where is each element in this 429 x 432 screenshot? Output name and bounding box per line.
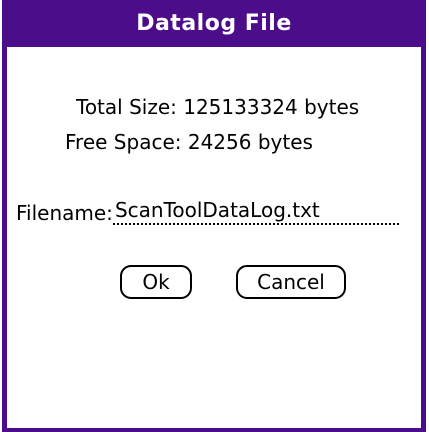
filename-row: Filename: (16, 197, 399, 225)
dialog-frame-bottom (2, 428, 426, 432)
total-size-value: 125133324 bytes (183, 95, 360, 119)
total-size-label: Total Size: (76, 95, 177, 119)
total-size-row: Total Size: 125133324 bytes (76, 95, 359, 119)
dialog-frame-left (2, 2, 7, 430)
dialog-frame-right (421, 2, 426, 430)
filename-label: Filename: (16, 201, 113, 225)
dialog-title: Datalog File (136, 11, 292, 36)
dialog-title-bar: Datalog File (2, 0, 426, 47)
datalog-file-dialog: Datalog File Total Size: 125133324 bytes… (0, 0, 429, 432)
free-space-value: 24256 bytes (187, 130, 313, 154)
cancel-button[interactable]: Cancel (236, 265, 346, 299)
ok-button[interactable]: Ok (120, 265, 192, 299)
filename-field[interactable] (112, 197, 399, 225)
free-space-label: Free Space: (65, 130, 182, 154)
free-space-row: Free Space: 24256 bytes (65, 130, 313, 154)
